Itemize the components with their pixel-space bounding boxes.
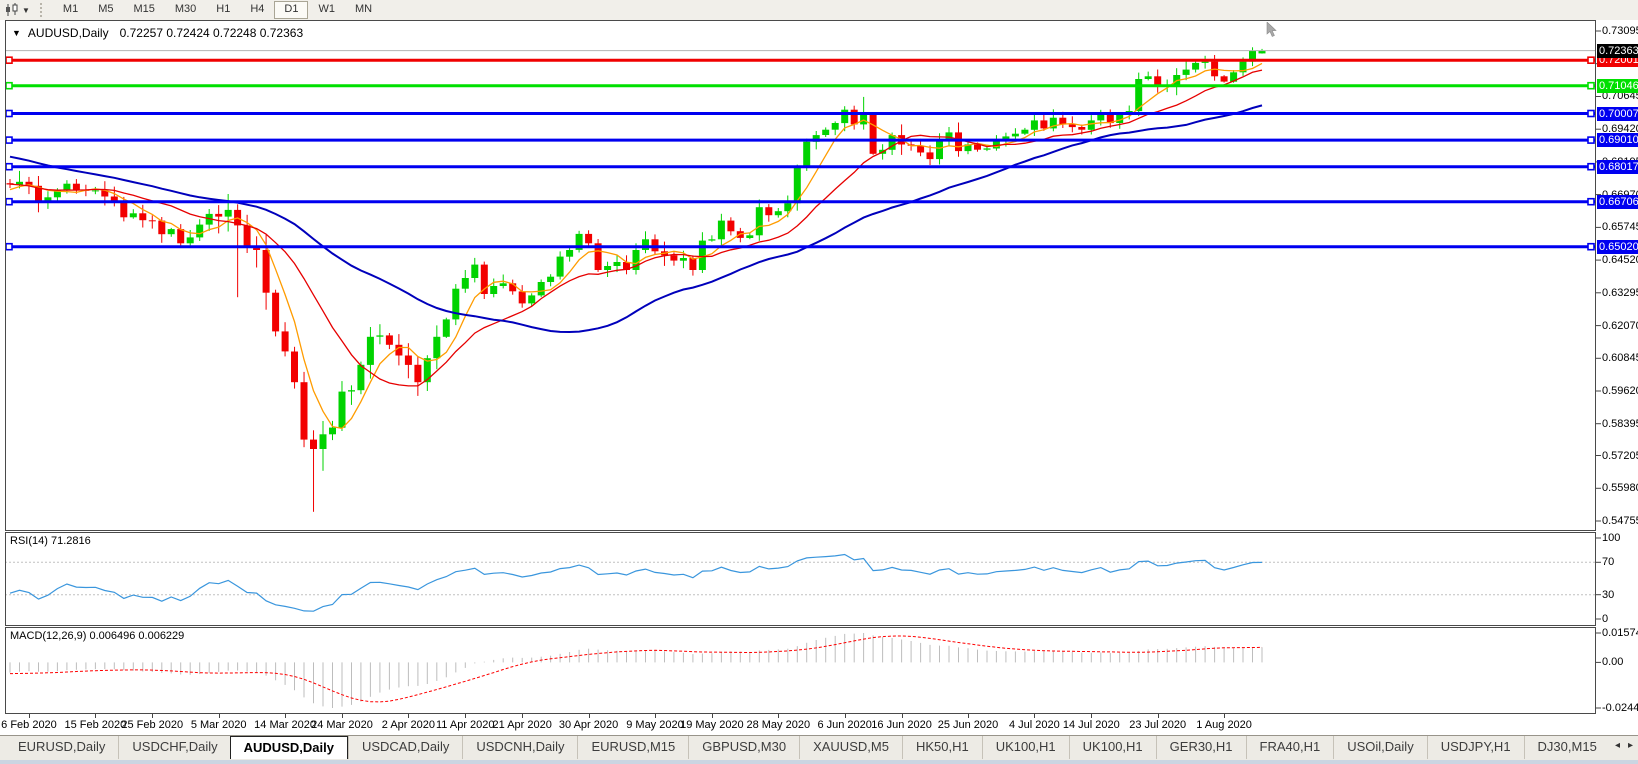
tab-hk50-h1[interactable]: HK50,H1 bbox=[902, 736, 982, 759]
mt4-window: { "toolbar": { "chart_tool_icon": "candl… bbox=[0, 0, 1638, 763]
date-label: 23 Jul 2020 bbox=[1129, 719, 1186, 731]
timeframe-button-H1[interactable]: H1 bbox=[206, 1, 240, 19]
tab-fra40-h1[interactable]: FRA40,H1 bbox=[1246, 736, 1334, 759]
tab-eurusd-daily[interactable]: EURUSD,Daily bbox=[5, 736, 118, 759]
date-tick bbox=[408, 714, 409, 718]
date-tick bbox=[845, 714, 846, 718]
hline-label-box[interactable]: 0.70007 bbox=[1597, 107, 1638, 121]
date-axis: 6 Feb 2020 15 Feb 202025 Feb 2020 5 Mar 20… bbox=[0, 714, 1638, 735]
dropdown-caret-icon[interactable]: ▼ bbox=[22, 6, 30, 15]
timeframe-button-M5[interactable]: M5 bbox=[88, 1, 123, 19]
tab-usdcad-daily[interactable]: USDCAD,Daily bbox=[348, 736, 462, 759]
hline-label-box[interactable]: 0.71046 bbox=[1597, 79, 1638, 93]
hline-label-box[interactable]: 0.68017 bbox=[1597, 160, 1638, 174]
timeframe-button-M30[interactable]: M30 bbox=[165, 1, 206, 19]
tabs-scroll-left-button[interactable]: ◂ bbox=[1615, 740, 1620, 751]
date-label: 6 Jun 2020 bbox=[817, 719, 871, 731]
date-label: 25 Jun 2020 bbox=[938, 719, 999, 731]
timeframe-button-H4[interactable]: H4 bbox=[240, 1, 274, 19]
date-label: 6 Feb 2020 bbox=[1, 719, 57, 731]
tab-xauusd-m5[interactable]: XAUUSD,M5 bbox=[799, 736, 902, 759]
tab-usoil-daily[interactable]: USOil,Daily bbox=[1333, 736, 1426, 759]
date-tick bbox=[655, 714, 656, 718]
rsi-label: RSI(14) 71.2816 bbox=[10, 535, 91, 547]
tab-audusd-daily[interactable]: AUDUSD,Daily bbox=[230, 736, 348, 759]
tabs-scroll-right-button[interactable]: ▸ bbox=[1628, 740, 1633, 751]
toolbar-grip bbox=[40, 3, 47, 17]
tab-usdchf-daily[interactable]: USDCHF,Daily bbox=[118, 736, 230, 759]
macd-label: MACD(12,26,9) 0.006496 0.006229 bbox=[10, 630, 184, 642]
tab-eurusd-m15[interactable]: EURUSD,M15 bbox=[577, 736, 688, 759]
timeframe-button-group: M1M5M15M30H1H4D1W1MN bbox=[53, 1, 382, 19]
date-tick bbox=[968, 714, 969, 718]
date-tick bbox=[712, 714, 713, 718]
date-tick bbox=[902, 714, 903, 718]
tab-usdcnh-daily[interactable]: USDCNH,Daily bbox=[462, 736, 577, 759]
hline-label-box[interactable]: 0.69010 bbox=[1597, 133, 1638, 147]
hline-label-box[interactable]: 0.65020 bbox=[1597, 240, 1638, 254]
tab-dj30-m15[interactable]: DJ30,M15 bbox=[1524, 736, 1604, 759]
date-tick bbox=[465, 714, 466, 718]
hline-label-box[interactable]: 0.66706 bbox=[1597, 195, 1638, 209]
macd-canvas[interactable] bbox=[0, 627, 1638, 715]
mouse-cursor-icon bbox=[1266, 22, 1278, 43]
date-tick bbox=[29, 714, 30, 718]
date-label: 21 Apr 2020 bbox=[493, 719, 552, 731]
date-tick bbox=[1158, 714, 1159, 718]
timeframe-button-MN[interactable]: MN bbox=[345, 1, 382, 19]
timeframe-button-M15[interactable]: M15 bbox=[123, 1, 164, 19]
tab-gbpusd-m30[interactable]: GBPUSD,M30 bbox=[688, 736, 799, 759]
chart-title: ▼ AUDUSD,Daily 0.72257 0.72424 0.72248 0… bbox=[12, 26, 303, 40]
date-tick bbox=[1034, 714, 1035, 718]
date-label: 30 Apr 2020 bbox=[559, 719, 618, 731]
date-tick bbox=[285, 714, 286, 718]
tab-usdjpy-h1[interactable]: USDJPY,H1 bbox=[1427, 736, 1524, 759]
symbol-dropdown-icon[interactable]: ▼ bbox=[12, 28, 21, 38]
date-tick bbox=[589, 714, 590, 718]
tab-uk100-h1[interactable]: UK100,H1 bbox=[1069, 736, 1156, 759]
chart-title-ohlc: 0.72257 0.72424 0.72248 0.72363 bbox=[120, 26, 304, 40]
price-chart-canvas[interactable] bbox=[0, 20, 1638, 532]
date-label: 19 May 2020 bbox=[680, 719, 744, 731]
date-tick bbox=[342, 714, 343, 718]
tab-ger30-h1[interactable]: GER30,H1 bbox=[1156, 736, 1246, 759]
date-tick bbox=[95, 714, 96, 718]
date-label: 5 Mar 2020 bbox=[191, 719, 247, 731]
date-tick bbox=[1224, 714, 1225, 718]
date-tick bbox=[778, 714, 779, 718]
date-tick bbox=[219, 714, 220, 718]
date-tick bbox=[152, 714, 153, 718]
date-label: 25 Feb 2020 bbox=[121, 719, 183, 731]
toolbar: ▼ M1M5M15M30H1H4D1W1MN bbox=[0, 0, 1638, 21]
date-label: 9 May 2020 bbox=[626, 719, 683, 731]
timeframe-button-W1[interactable]: W1 bbox=[308, 1, 345, 19]
tab-bar-bottom-strip bbox=[0, 760, 1638, 764]
chart-tabs: EURUSD,DailyUSDCHF,DailyAUDUSD,DailyUSDC… bbox=[0, 736, 1604, 759]
date-tick bbox=[1091, 714, 1092, 718]
candlestick-chart-icon[interactable] bbox=[4, 3, 20, 17]
date-label: 2 Apr 2020 bbox=[382, 719, 435, 731]
timeframe-button-D1[interactable]: D1 bbox=[274, 1, 308, 19]
rsi-canvas[interactable] bbox=[0, 532, 1638, 627]
tab-bar: EURUSD,DailyUSDCHF,DailyAUDUSD,DailyUSDC… bbox=[0, 735, 1638, 764]
date-label: 16 Jun 2020 bbox=[871, 719, 932, 731]
date-label: 28 May 2020 bbox=[746, 719, 810, 731]
date-label: 1 Aug 2020 bbox=[1196, 719, 1252, 731]
date-label: 15 Feb 2020 bbox=[64, 719, 126, 731]
date-label: 11 Apr 2020 bbox=[436, 719, 495, 731]
current-price-label-box[interactable]: 0.72363 bbox=[1597, 44, 1638, 58]
date-tick bbox=[522, 714, 523, 718]
chart-title-symbol: AUDUSD,Daily bbox=[28, 26, 109, 40]
date-label: 4 Jul 2020 bbox=[1009, 719, 1060, 731]
date-label: 14 Mar 2020 bbox=[254, 719, 316, 731]
date-label: 14 Jul 2020 bbox=[1063, 719, 1120, 731]
date-label: 24 Mar 2020 bbox=[311, 719, 373, 731]
timeframe-button-M1[interactable]: M1 bbox=[53, 1, 88, 19]
tab-uk100-h1[interactable]: UK100,H1 bbox=[982, 736, 1069, 759]
